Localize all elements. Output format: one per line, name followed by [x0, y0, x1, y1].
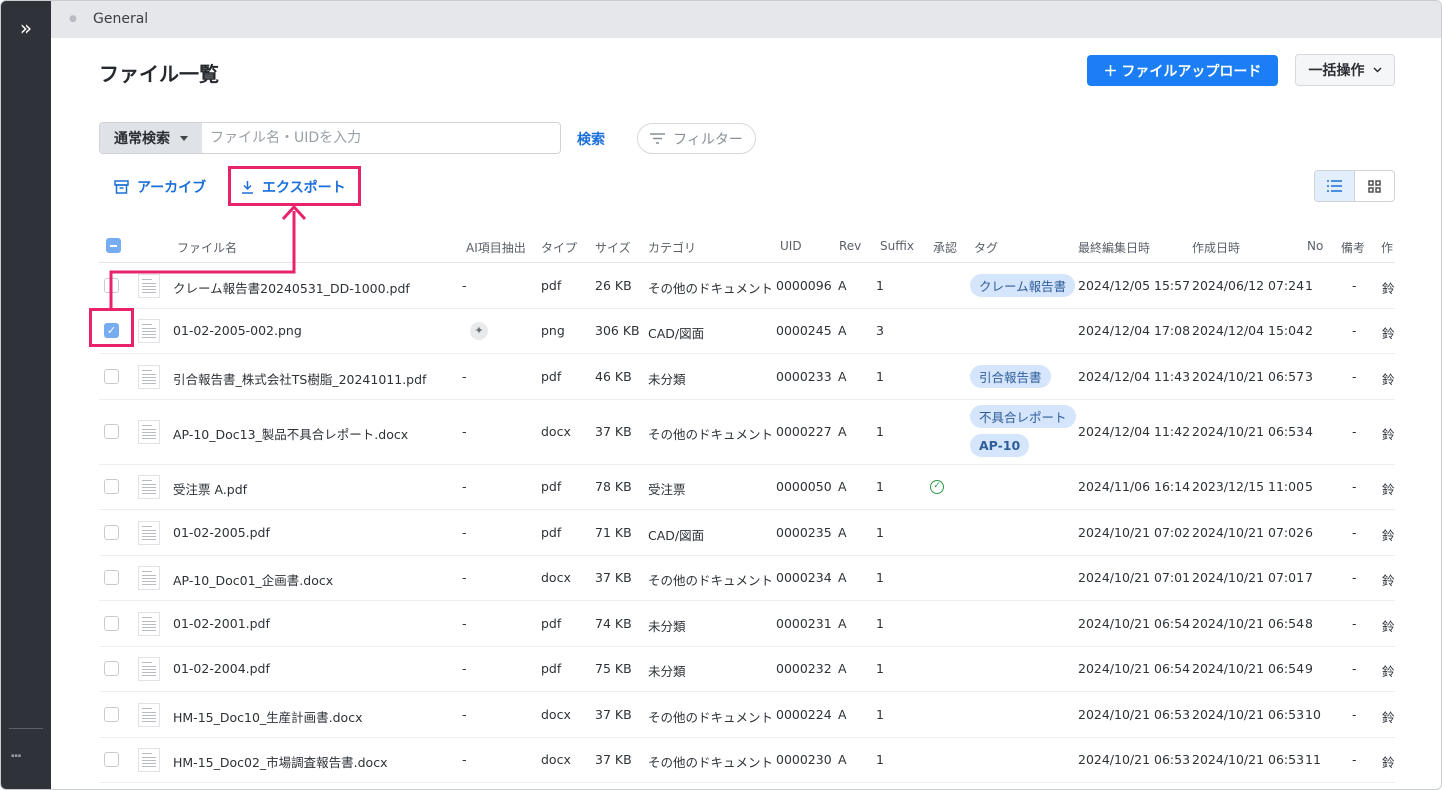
app-window: » ▪▪▪ ● General ファイル一覧 ＋ ファイルアップロード 一括操作…: [0, 0, 1442, 790]
annotation-arrow: [109, 204, 307, 308]
